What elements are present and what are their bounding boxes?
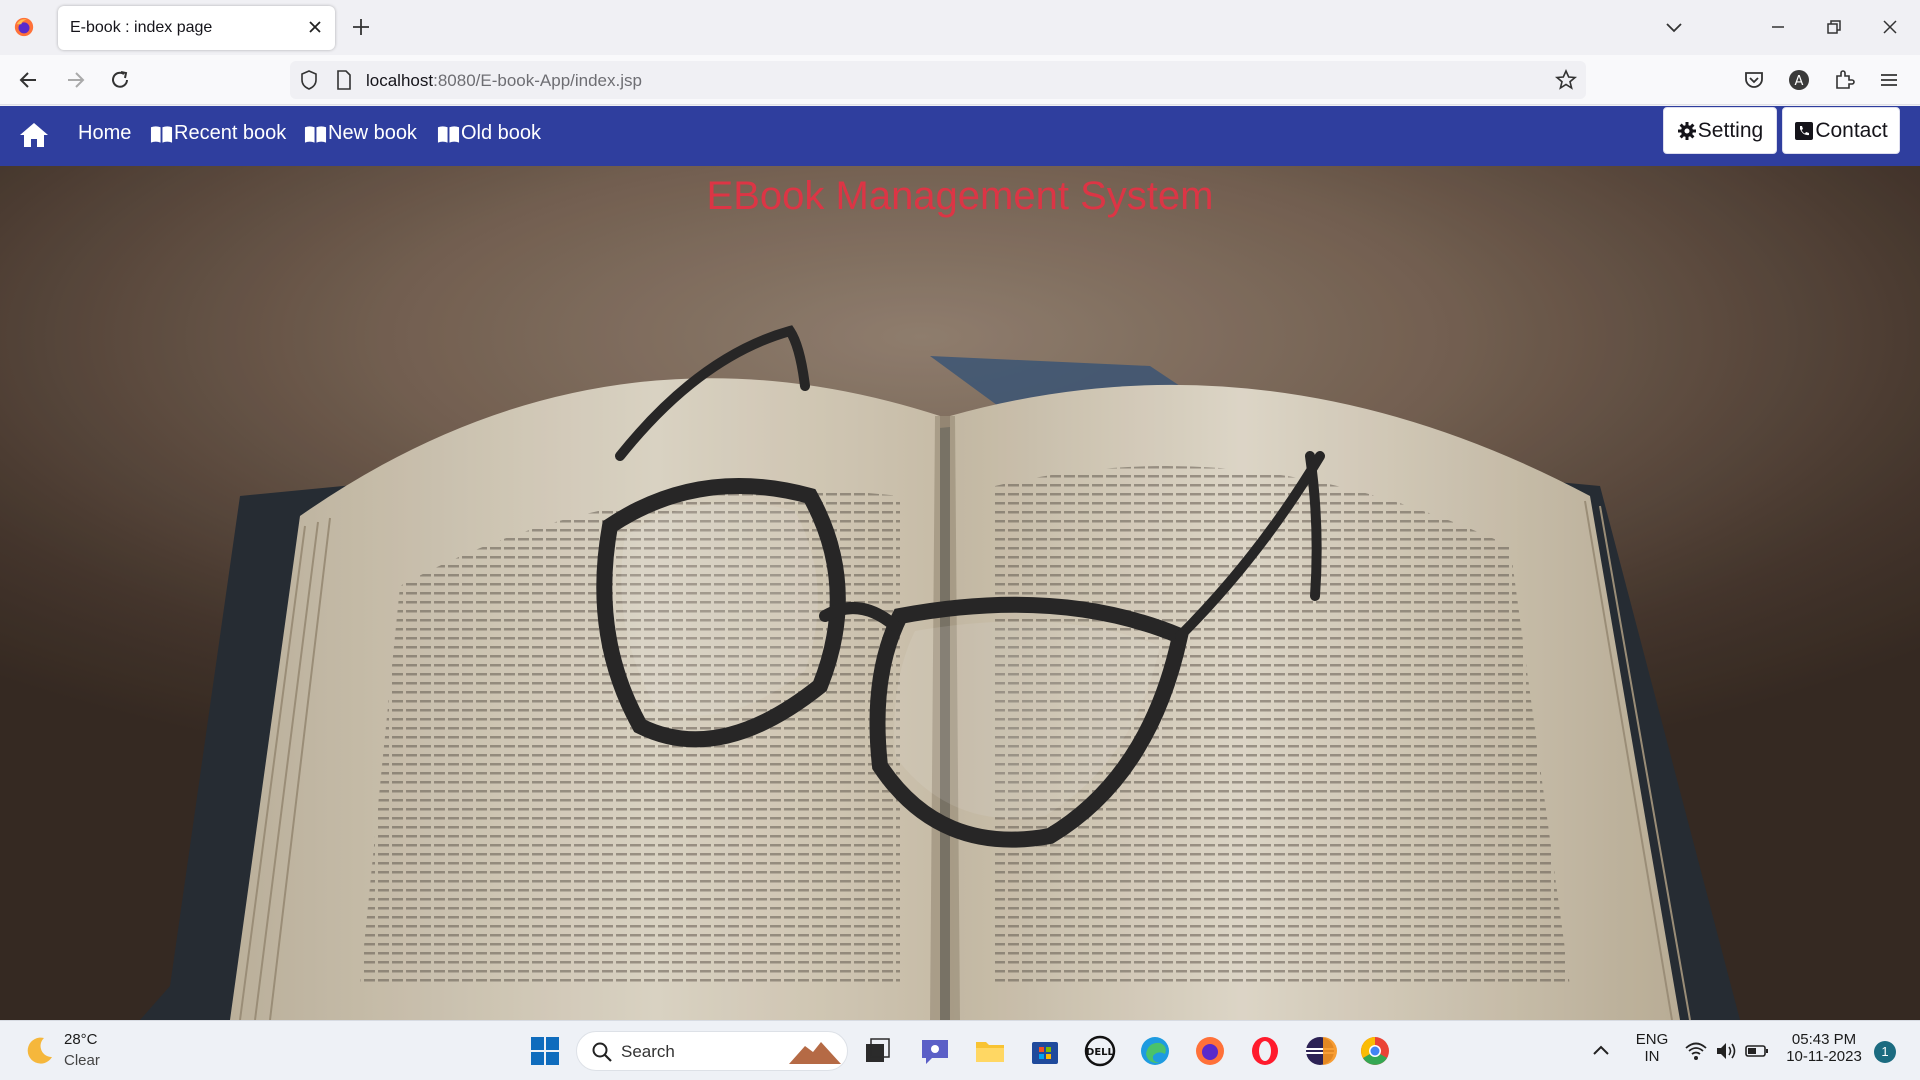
nav-link-new-book[interactable]: New book (304, 122, 417, 145)
microsoft-store-icon[interactable] (1028, 1034, 1062, 1068)
language-indicator[interactable]: ENG IN (1630, 1031, 1674, 1065)
back-arrow-icon[interactable] (16, 67, 42, 93)
contact-button[interactable]: Contact (1782, 107, 1900, 154)
taskbar-search[interactable]: Search (576, 1031, 848, 1071)
battery-icon[interactable] (1744, 1039, 1770, 1063)
moon-weather-icon[interactable] (22, 1033, 56, 1067)
setting-button[interactable]: Setting (1663, 107, 1777, 154)
new-tab-icon[interactable] (350, 16, 372, 38)
close-tab-icon[interactable] (306, 18, 324, 36)
bookmark-star-icon[interactable] (1554, 68, 1578, 92)
nav-link-home[interactable]: Home (78, 122, 131, 145)
close-window-icon[interactable] (1878, 15, 1902, 39)
teams-chat-icon[interactable] (918, 1034, 952, 1068)
windows-taskbar: 28°C Clear Search DELL ENG IN 05:43 PM 1… (0, 1020, 1920, 1080)
extensions-icon[interactable] (1831, 67, 1857, 93)
svg-text:A: A (1795, 74, 1804, 89)
tab-title: E-book : index page (70, 19, 213, 36)
svg-text:DELL: DELL (1086, 1047, 1115, 1058)
weather-temperature: 28°C (64, 1031, 98, 1048)
minimize-icon[interactable] (1766, 15, 1790, 39)
dell-icon[interactable]: DELL (1083, 1034, 1117, 1068)
task-view-icon[interactable] (860, 1034, 894, 1068)
menu-icon[interactable] (1876, 67, 1902, 93)
forward-arrow-icon[interactable] (62, 67, 88, 93)
reload-icon[interactable] (107, 67, 133, 93)
search-icon (592, 1042, 612, 1062)
book-with-glasses-image (0, 166, 1920, 1020)
notification-badge[interactable]: 1 (1874, 1041, 1896, 1063)
weather-condition: Clear (64, 1052, 100, 1069)
nav-link-old-book[interactable]: Old book (437, 122, 541, 145)
search-highlight-icon (789, 1042, 841, 1064)
clock[interactable]: 05:43 PM 10-11-2023 (1780, 1031, 1868, 1065)
book-open-icon (437, 125, 460, 143)
restore-icon[interactable] (1822, 15, 1846, 39)
wifi-icon[interactable] (1684, 1039, 1708, 1063)
volume-icon[interactable] (1714, 1039, 1738, 1063)
book-open-icon (150, 125, 173, 143)
eclipse-icon[interactable] (1303, 1034, 1337, 1068)
windows-start-icon[interactable] (528, 1034, 562, 1068)
browser-tab-active[interactable]: E-book : index page (58, 6, 335, 50)
web-page: Home Recent book New book Old book Setti… (0, 106, 1920, 1020)
gear-icon (1677, 121, 1696, 140)
phone-square-icon (1795, 121, 1814, 140)
account-icon[interactable]: A (1786, 67, 1812, 93)
address-bar[interactable]: localhost:8080/E-book-App/index.jsp (290, 61, 1586, 99)
hero-banner: EBook Management System (0, 166, 1920, 1020)
shield-icon[interactable] (298, 69, 320, 91)
book-open-icon (304, 125, 327, 143)
page-icon (337, 70, 351, 90)
browser-tab-strip: E-book : index page (0, 0, 1920, 55)
edge-icon[interactable] (1138, 1034, 1172, 1068)
firefox-taskbar-icon[interactable] (1193, 1034, 1227, 1068)
chrome-icon[interactable] (1358, 1034, 1392, 1068)
pocket-icon[interactable] (1741, 67, 1767, 93)
site-navbar: Home Recent book New book Old book Setti… (0, 106, 1920, 166)
home-icon[interactable] (18, 119, 50, 151)
tab-list-chevron-icon[interactable] (1662, 15, 1686, 39)
browser-toolbar: localhost:8080/E-book-App/index.jsp A (0, 55, 1920, 105)
opera-icon[interactable] (1248, 1034, 1282, 1068)
chevron-up-icon[interactable] (1586, 1036, 1616, 1066)
firefox-icon[interactable] (13, 16, 35, 38)
file-explorer-icon[interactable] (973, 1034, 1007, 1068)
page-title: EBook Management System (706, 174, 1214, 218)
url-text[interactable]: localhost:8080/E-book-App/index.jsp (366, 71, 642, 91)
nav-link-recent-book[interactable]: Recent book (150, 122, 286, 145)
